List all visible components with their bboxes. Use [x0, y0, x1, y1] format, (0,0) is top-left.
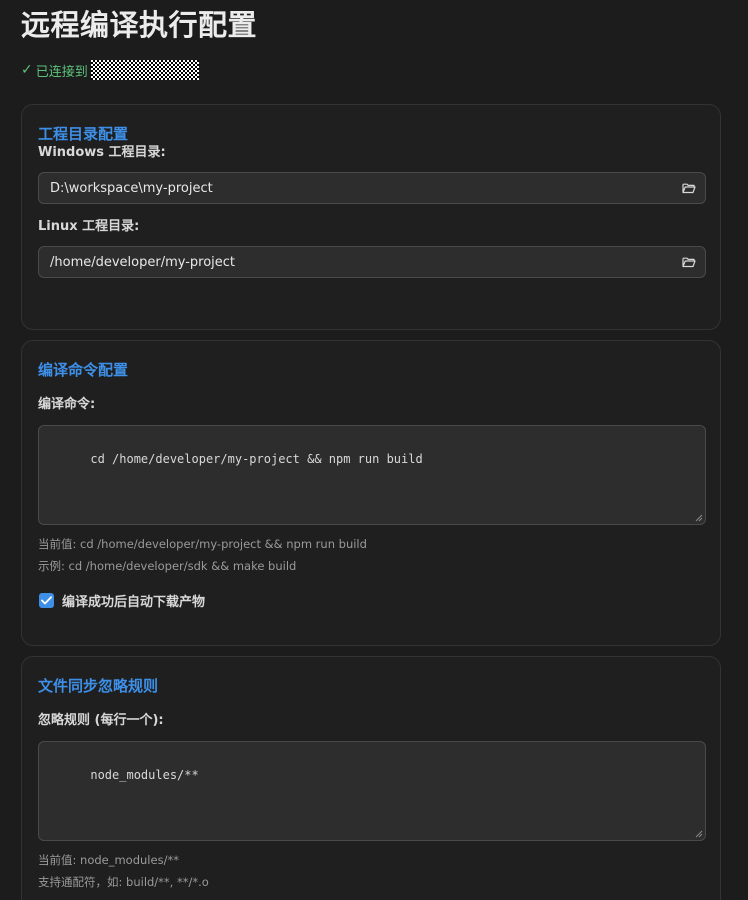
- ignore-rules-label: 忽略规则 (每行一个):: [38, 713, 164, 728]
- build-command-title: 编译命令配置: [38, 361, 129, 379]
- sync-ignore-card: 文件同步忽略规则 忽略规则 (每行一个): node_modules/** 当前…: [21, 656, 721, 900]
- windows-dir-input[interactable]: D:\workspace\my-project: [38, 172, 706, 204]
- connected-check-icon: ✓: [21, 62, 33, 78]
- page-title: 远程编译执行配置: [21, 8, 258, 42]
- directory-config-card: 工程目录配置 Windows 工程目录: D:\workspace\my-pro…: [21, 104, 721, 330]
- config-page: 远程编译执行配置 ✓ 已连接到 工程目录配置 Windows 工程目录: D:\…: [0, 0, 748, 900]
- build-command-current-hint: 当前值: cd /home/developer/my-project && np…: [38, 537, 367, 551]
- linux-dir-value: /home/developer/my-project: [50, 254, 236, 270]
- auto-download-label: 编译成功后自动下载产物: [62, 594, 206, 610]
- build-command-textarea[interactable]: cd /home/developer/my-project && npm run…: [38, 425, 706, 525]
- windows-dir-browse-button[interactable]: [681, 181, 697, 195]
- sync-ignore-title: 文件同步忽略规则: [38, 677, 159, 695]
- linux-dir-label: Linux 工程目录:: [38, 219, 140, 234]
- windows-dir-label: Windows 工程目录:: [38, 145, 166, 160]
- build-command-card: 编译命令配置 编译命令: cd /home/developer/my-proje…: [21, 340, 721, 646]
- folder-open-icon: [682, 257, 696, 268]
- build-command-label: 编译命令:: [38, 397, 96, 412]
- directory-config-title: 工程目录配置: [38, 125, 129, 143]
- folder-open-icon: [682, 183, 696, 194]
- resize-grip-icon[interactable]: [695, 514, 703, 522]
- connection-status-text: 已连接到: [35, 64, 88, 80]
- ignore-rules-wildcard-hint: 支持通配符，如: build/**, **/*.o: [38, 875, 209, 889]
- redacted-host: [90, 60, 199, 80]
- linux-dir-input[interactable]: /home/developer/my-project: [38, 246, 706, 278]
- ignore-rules-value: node_modules/**: [90, 768, 199, 782]
- build-command-value: cd /home/developer/my-project && npm run…: [90, 452, 423, 466]
- resize-grip-icon[interactable]: [695, 830, 703, 838]
- build-command-example-hint: 示例: cd /home/developer/sdk && make build: [38, 559, 297, 573]
- linux-dir-browse-button[interactable]: [681, 255, 697, 269]
- ignore-rules-current-hint: 当前值: node_modules/**: [38, 853, 179, 867]
- auto-download-option[interactable]: 编译成功后自动下载产物: [38, 590, 704, 610]
- connection-status: ✓ 已连接到: [21, 59, 727, 81]
- ignore-rules-textarea[interactable]: node_modules/**: [38, 741, 706, 841]
- checkmark-icon: [41, 595, 52, 604]
- auto-download-checkbox[interactable]: [39, 592, 54, 608]
- windows-dir-value: D:\workspace\my-project: [50, 180, 213, 196]
